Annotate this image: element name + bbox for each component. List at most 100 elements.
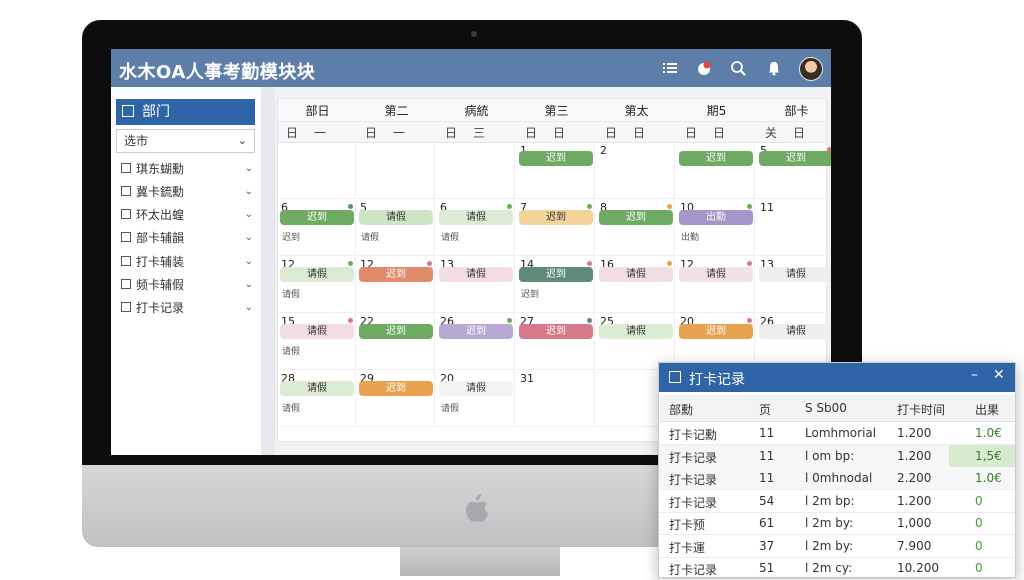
checkbox[interactable]: [121, 209, 131, 219]
chevron-down-icon[interactable]: ⌄: [245, 299, 253, 317]
attendance-event[interactable]: 请假: [439, 267, 513, 282]
pane-divider: [261, 87, 275, 455]
calendar-day-cell[interactable]: 6 迟到 迟到: [278, 200, 356, 256]
calendar-day-cell[interactable]: 6 请假 请假: [437, 200, 515, 256]
attendance-event[interactable]: 迟到: [679, 151, 753, 166]
attendance-event[interactable]: 迟到: [679, 324, 753, 339]
calendar-day-cell[interactable]: [278, 143, 356, 199]
sidebar-item-1[interactable]: 琪东蝴勳 ⌄: [121, 160, 255, 178]
attendance-event[interactable]: 请假: [439, 381, 513, 396]
attendance-event[interactable]: 迟到: [519, 151, 593, 166]
chevron-down-icon[interactable]: ⌄: [245, 206, 253, 224]
calendar-day-cell[interactable]: 12 请假: [677, 257, 755, 313]
cell-result: 1.0€: [975, 471, 1002, 485]
calendar-day-cell[interactable]: 14 迟到 迟到: [517, 257, 595, 313]
calendar-day-cell[interactable]: 15 请假 请假: [278, 314, 356, 370]
attendance-event[interactable]: 请假: [599, 324, 673, 339]
calendar-day-cell[interactable]: 10 出勤 出勤: [677, 200, 755, 256]
sidebar-item-4[interactable]: 部卡辅韻 ⌄: [121, 229, 255, 247]
calendar-day-cell[interactable]: 12 请假 请假: [278, 257, 356, 313]
calendar-day-cell[interactable]: 22 迟到: [357, 314, 435, 370]
table-row[interactable]: 打卡運 37 l 2m by: 7.900 0: [659, 535, 1015, 558]
attendance-event[interactable]: 请假: [759, 267, 831, 282]
department-header[interactable]: 部门: [116, 99, 255, 125]
calendar-day-cell[interactable]: 8 迟到: [597, 200, 675, 256]
attendance-event[interactable]: 迟到: [359, 381, 433, 396]
checkbox[interactable]: [121, 302, 131, 312]
checkbox[interactable]: [121, 256, 131, 266]
attendance-event[interactable]: 迟到: [359, 324, 433, 339]
calendar-day-cell[interactable]: 28 请假 请假: [278, 371, 356, 427]
table-row[interactable]: 打卡预 61 l 2m by: 1,000 0: [659, 512, 1015, 535]
chevron-down-icon[interactable]: ⌄: [245, 276, 253, 294]
department-select[interactable]: 选市 ⌄: [116, 129, 255, 153]
notification-badge-icon[interactable]: [696, 60, 712, 76]
bell-icon[interactable]: [766, 60, 782, 76]
table-row[interactable]: 打卡记录 11 l 0mhnodal 2.200 1.0€: [659, 467, 1015, 490]
calendar-day-cell[interactable]: 13 请假: [437, 257, 515, 313]
list-icon[interactable]: [662, 60, 678, 76]
table-row[interactable]: 打卡记录 11 l om bp: 1.200 1,5€: [659, 444, 1015, 468]
calendar-day-cell[interactable]: 12 迟到: [357, 257, 435, 313]
checkbox[interactable]: [121, 186, 131, 196]
attendance-event[interactable]: 请假: [280, 267, 354, 282]
minimize-button[interactable]: –: [971, 367, 978, 383]
calendar-day-cell[interactable]: [437, 143, 515, 199]
close-button[interactable]: ✕: [993, 367, 1005, 383]
attendance-event[interactable]: 迟到: [359, 267, 433, 282]
calendar-day-cell[interactable]: 31: [517, 371, 595, 427]
calendar-day-cell[interactable]: 5 请假 请假: [357, 200, 435, 256]
sidebar-item-7[interactable]: 打卡记录 ⌄: [121, 299, 255, 317]
chevron-down-icon[interactable]: ⌄: [245, 229, 253, 247]
cell-num: 51: [759, 561, 775, 575]
sidebar-item-5[interactable]: 打卡辅装 ⌄: [121, 253, 255, 271]
calendar-day-cell[interactable]: 迟到: [677, 143, 755, 199]
checkbox[interactable]: [121, 163, 131, 173]
calendar-day-cell[interactable]: [357, 143, 435, 199]
attendance-event[interactable]: 出勤: [679, 210, 753, 225]
calendar-day-cell[interactable]: 29 迟到: [357, 371, 435, 427]
checkbox[interactable]: [121, 232, 131, 242]
attendance-event[interactable]: 请假: [359, 210, 433, 225]
calendar-day-cell[interactable]: 1迟到: [517, 143, 595, 199]
weekday-label: 第太: [624, 104, 649, 118]
sidebar-item-2[interactable]: 冀卡鋶勳 ⌄: [121, 183, 255, 201]
calendar-day-cell[interactable]: 5迟到: [757, 143, 831, 199]
attendance-event[interactable]: 迟到: [519, 324, 593, 339]
chevron-down-icon[interactable]: ⌄: [245, 160, 253, 178]
calendar-day-cell[interactable]: 11: [757, 200, 831, 256]
table-row[interactable]: 打卡记录 51 l 2m cy: 10.200 0: [659, 557, 1015, 580]
chevron-down-icon[interactable]: ⌄: [245, 253, 253, 271]
table-row[interactable]: 打卡记录 54 l 2m bp: 1.200 0: [659, 490, 1015, 513]
sidebar-item-3[interactable]: 环太出蝗 ⌄: [121, 206, 255, 224]
attendance-event[interactable]: 请假: [280, 324, 354, 339]
search-icon[interactable]: [730, 60, 746, 76]
attendance-event[interactable]: 迟到: [759, 151, 831, 166]
attendance-event[interactable]: 请假: [439, 210, 513, 225]
calendar-day-cell[interactable]: 27 迟到: [517, 314, 595, 370]
attendance-event[interactable]: 迟到: [280, 210, 354, 225]
calendar-day-cell[interactable]: 2: [597, 143, 675, 199]
attendance-event[interactable]: 请假: [280, 381, 354, 396]
attendance-event[interactable]: 迟到: [599, 210, 673, 225]
popup-titlebar: 打卡记录 – ✕: [659, 363, 1015, 392]
attendance-event[interactable]: 迟到: [519, 210, 593, 225]
attendance-event[interactable]: 迟到: [519, 267, 593, 282]
user-avatar[interactable]: [799, 57, 823, 81]
attendance-event[interactable]: 迟到: [439, 324, 513, 339]
calendar-day-cell[interactable]: 7 迟到: [517, 200, 595, 256]
table-row[interactable]: 打卡记勳 11 Lomhmorial 1.200 1.0€: [659, 422, 1015, 445]
chevron-down-icon[interactable]: ⌄: [245, 183, 253, 201]
calendar-day-cell[interactable]: 13 请假: [757, 257, 831, 313]
attendance-event[interactable]: 请假: [759, 324, 831, 339]
sidebar-item-label: 部卡辅韻: [136, 231, 185, 245]
square-icon: [122, 105, 134, 117]
attendance-event[interactable]: 请假: [599, 267, 673, 282]
calendar-day-cell[interactable]: 16 请假: [597, 257, 675, 313]
weekday-sub-label: 日: [365, 126, 378, 140]
attendance-event[interactable]: 请假: [679, 267, 753, 282]
checkbox[interactable]: [121, 279, 131, 289]
sidebar-item-6[interactable]: 频卡辅假 ⌄: [121, 276, 255, 294]
calendar-day-cell[interactable]: 20 请假 请假: [437, 371, 515, 427]
calendar-day-cell[interactable]: 26 迟到: [437, 314, 515, 370]
